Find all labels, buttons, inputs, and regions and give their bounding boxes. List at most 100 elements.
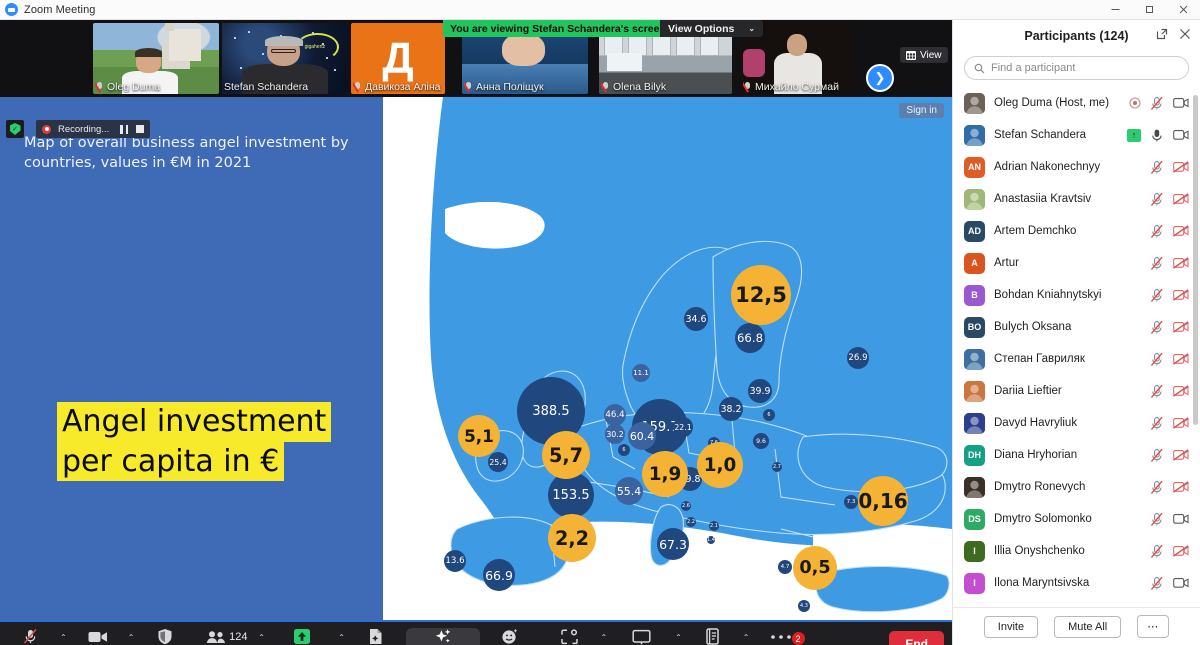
pause-icon[interactable]	[120, 124, 129, 134]
avatar-initials: DS	[964, 508, 985, 530]
chevron-up-icon[interactable]: ⌃	[600, 633, 608, 645]
end-meeting-button[interactable]: End	[889, 630, 944, 645]
stop-icon[interactable]	[136, 125, 145, 133]
mute-all-button[interactable]: Mute All	[1054, 615, 1122, 638]
toolbar-button-notes[interactable]: Notes	[683, 628, 743, 645]
participant-row[interactable]: I Ilona Maryntsivska	[953, 567, 1200, 599]
video-off-icon[interactable]	[1173, 417, 1189, 429]
toolbar-button-stop-video[interactable]: Stop Video	[68, 628, 128, 645]
chevron-up-icon[interactable]: ⌃	[338, 633, 346, 645]
toolbar-button-apps[interactable]: Apps	[540, 628, 600, 645]
video-off-icon[interactable]	[1173, 481, 1189, 493]
minimize-button[interactable]	[1098, 0, 1132, 20]
search-icon	[974, 63, 985, 73]
video-icon[interactable]	[1173, 129, 1189, 141]
mic-muted-icon[interactable]	[1150, 96, 1164, 111]
video-off-icon[interactable]	[1173, 289, 1189, 301]
video-off-icon[interactable]	[1173, 321, 1189, 333]
toolbar-button-share-screen[interactable]: Share Screen	[266, 628, 338, 645]
participants-more-button[interactable]: ⋯	[1137, 615, 1170, 638]
mic-muted-icon[interactable]	[1150, 160, 1164, 175]
participant-tile[interactable]: Stefan Schandera	[222, 23, 348, 94]
chevron-up-icon[interactable]: ⌃	[258, 633, 266, 645]
participant-row[interactable]: AD Artem Demchko	[953, 215, 1200, 247]
mic-muted-icon[interactable]	[1150, 320, 1164, 335]
participant-row[interactable]: Степан Гавриляк	[953, 343, 1200, 375]
toolbar-button-summary[interactable]: Summary	[346, 628, 406, 645]
participant-row[interactable]: AN Adrian Nakonechnyy	[953, 151, 1200, 183]
toolbar-button-participants[interactable]: 124Participants	[195, 628, 258, 645]
view-layout-button[interactable]: View	[900, 47, 948, 63]
video-icon[interactable]	[1173, 97, 1189, 109]
participant-row[interactable]: BO Bulych Oksana	[953, 311, 1200, 343]
mic-muted-icon[interactable]	[1150, 448, 1164, 463]
mic-muted-icon[interactable]	[1150, 416, 1164, 431]
participant-row[interactable]: I Illia Onyshchenko	[953, 535, 1200, 567]
mic-muted-icon[interactable]	[1150, 512, 1164, 527]
avatar-initials: I	[964, 572, 985, 594]
participant-row-icons	[1150, 352, 1189, 367]
video-off-icon[interactable]	[1173, 353, 1189, 365]
video-off-icon[interactable]	[1173, 193, 1189, 205]
chevron-up-icon[interactable]: ⌃	[128, 633, 136, 645]
mic-icon[interactable]	[1150, 128, 1164, 143]
recording-dot-icon	[1129, 97, 1141, 109]
participant-name: Bulych Oksana	[994, 321, 1072, 333]
mic-muted-icon[interactable]	[1150, 288, 1164, 303]
participants-scrollbar[interactable]	[1193, 95, 1198, 425]
maximize-button[interactable]	[1132, 0, 1166, 20]
toolbar-button-security[interactable]: Security	[135, 628, 195, 645]
mic-muted-icon[interactable]	[1150, 256, 1164, 271]
video-off-icon[interactable]	[1173, 161, 1189, 173]
participant-row[interactable]: DS Dmytro Solomonko	[953, 503, 1200, 535]
close-icon[interactable]	[1179, 28, 1191, 40]
participant-row[interactable]: Dmytro Ronevych	[953, 471, 1200, 503]
participant-row[interactable]: A Artur	[953, 247, 1200, 279]
mic-muted-icon[interactable]	[1150, 192, 1164, 207]
participant-search-box[interactable]: Find a participant	[964, 56, 1189, 80]
video-off-icon[interactable]	[1173, 225, 1189, 237]
chevron-up-icon[interactable]: ⌃	[60, 633, 68, 645]
avatar-initials: B	[964, 284, 985, 306]
chevron-up-icon[interactable]: ⌃	[743, 633, 751, 645]
toolbar-button-ai-companion[interactable]: AI Companion	[405, 628, 481, 645]
popout-icon[interactable]	[1156, 28, 1168, 40]
participant-row[interactable]: Davyd Havryliuk	[953, 407, 1200, 439]
filmstrip-next-button[interactable]: ❯	[866, 64, 894, 92]
mic-muted-icon	[464, 81, 473, 93]
participant-row[interactable]: Anastasiia Kravtsiv	[953, 183, 1200, 215]
video-off-icon[interactable]	[1173, 545, 1189, 557]
close-button[interactable]	[1166, 0, 1200, 20]
mic-muted-icon[interactable]	[1150, 544, 1164, 559]
mic-muted-icon[interactable]	[1150, 480, 1164, 495]
sign-in-button[interactable]: Sign in	[899, 103, 944, 118]
invite-button[interactable]: Invite	[983, 615, 1039, 638]
participants-list[interactable]: Oleg Duma (Host, me) Stefan Schandera ↑ AN A…	[953, 87, 1200, 607]
toolbar-button-whiteboards[interactable]: Whiteboards	[608, 628, 675, 645]
video-off-icon[interactable]	[1173, 449, 1189, 461]
toolbar-button-unmute[interactable]: Unmute	[0, 628, 60, 645]
participant-row-icons	[1150, 160, 1189, 175]
view-options-button[interactable]: View Options ⌄	[660, 20, 764, 37]
participant-row[interactable]: B Bohdan Kniahnytskyi	[953, 279, 1200, 311]
mic-muted-icon[interactable]	[1150, 224, 1164, 239]
video-off-icon[interactable]	[1173, 257, 1189, 269]
participant-tile[interactable]: Д Давикоза Аліна	[351, 23, 445, 94]
participant-tile-name: Stefan Schandera	[224, 81, 309, 93]
toolbar-button-more[interactable]: More2	[751, 628, 811, 645]
avatar-photo	[964, 124, 985, 146]
toolbar-button-reactions[interactable]: Reactions	[480, 628, 540, 645]
participant-row[interactable]: Stefan Schandera ↑	[953, 119, 1200, 151]
mic-muted-icon[interactable]	[1150, 576, 1164, 591]
participant-tile[interactable]: Oleg Duma	[93, 23, 219, 94]
video-icon[interactable]	[1173, 577, 1189, 589]
mic-muted-icon[interactable]	[1150, 384, 1164, 399]
mic-muted-icon[interactable]	[1150, 352, 1164, 367]
chevron-up-icon[interactable]: ⌃	[675, 633, 683, 645]
participant-row[interactable]: DH Diana Hryhorian	[953, 439, 1200, 471]
participant-tile-name: Михайло Сурмай	[755, 81, 839, 93]
video-off-icon[interactable]	[1173, 385, 1189, 397]
video-icon[interactable]	[1173, 513, 1189, 525]
participant-row[interactable]: Dariia Lieftier	[953, 375, 1200, 407]
participant-row[interactable]: Oleg Duma (Host, me)	[953, 87, 1200, 119]
